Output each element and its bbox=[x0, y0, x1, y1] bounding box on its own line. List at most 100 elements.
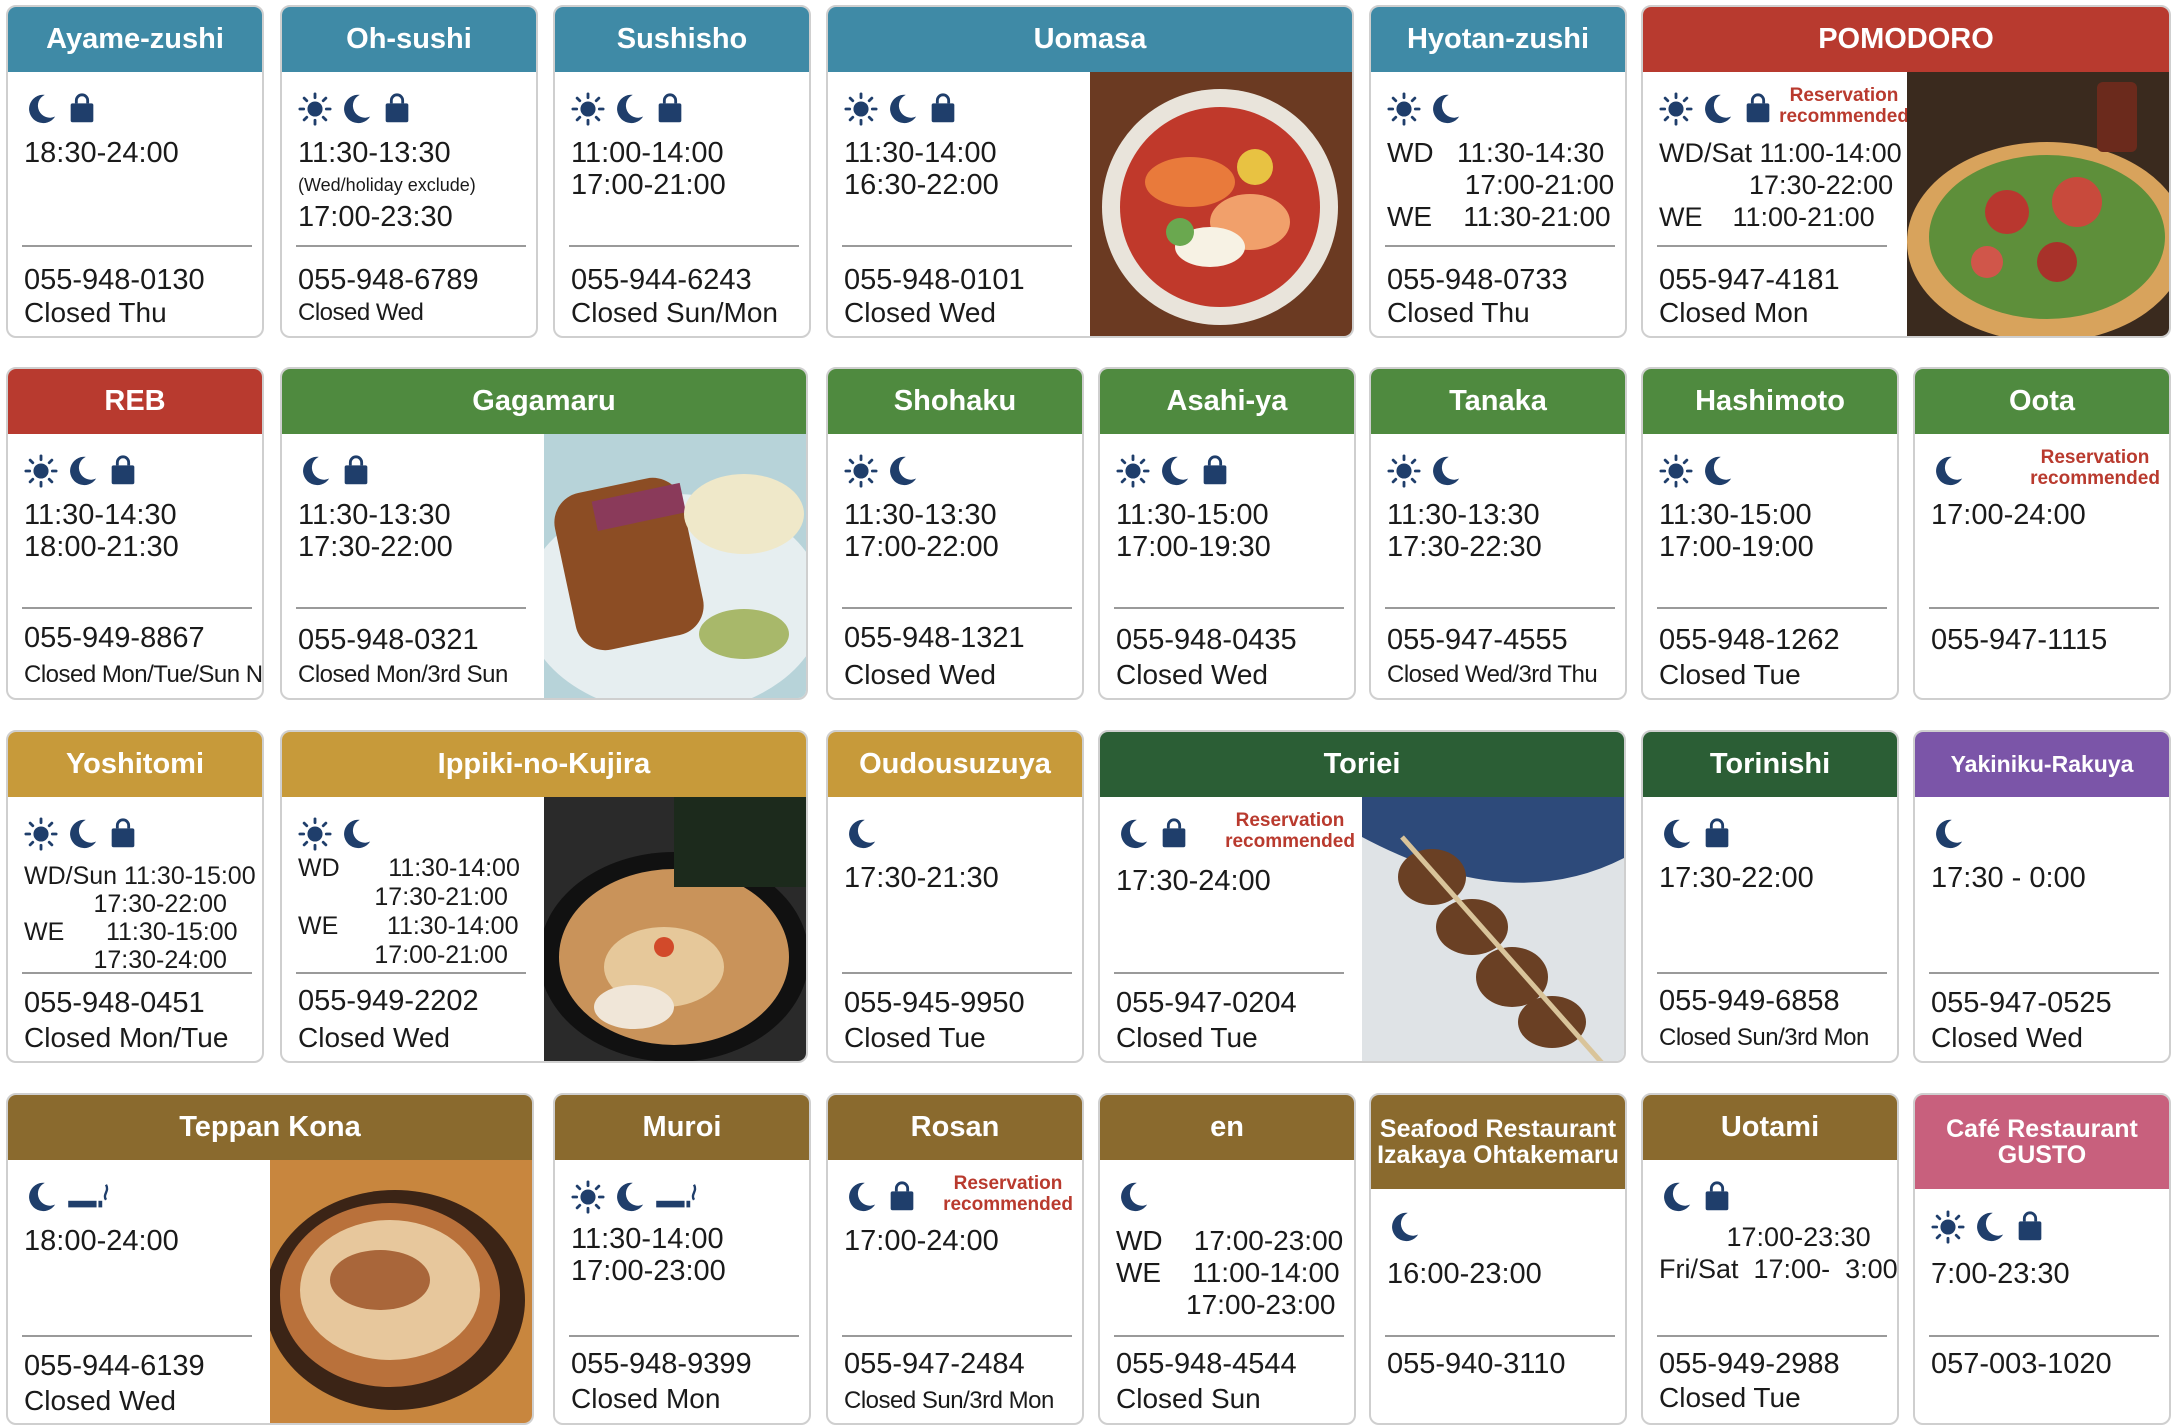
card-torinishi[interactable]: Torinishi 17:30-22:00 055-949-6858 Close… bbox=[1641, 730, 1899, 1063]
moon-icon bbox=[1931, 817, 1965, 851]
hours: 17:30-22:00 bbox=[1659, 862, 1814, 894]
restaurant-name: Seafood Restaurant Izakaya Ohtakemaru bbox=[1371, 1095, 1625, 1189]
sun-icon bbox=[571, 1180, 605, 1214]
phone[interactable]: 055-948-1262 bbox=[1659, 624, 1840, 656]
moon-icon bbox=[612, 1180, 646, 1214]
smoking-icon bbox=[653, 1180, 701, 1214]
card-hyotan[interactable]: Hyotan-zushi WD 11:30-14:30 17:00-21:00 … bbox=[1369, 5, 1627, 338]
phone[interactable]: 055-949-2988 bbox=[1659, 1348, 1840, 1380]
card-sushisho[interactable]: Sushisho 11:00-14:00 17:00-21:00 055-944… bbox=[553, 5, 811, 338]
restaurant-name: Tanaka bbox=[1371, 369, 1625, 434]
phone[interactable]: 055-948-4544 bbox=[1116, 1348, 1297, 1380]
card-toriei[interactable]: Toriei Reservation recommended 17:30-24:… bbox=[1098, 730, 1626, 1063]
takeout-bag-icon bbox=[2013, 1210, 2047, 1244]
moon-icon bbox=[885, 92, 919, 126]
hours: 11:30-13:30 17:30-22:00 bbox=[298, 499, 453, 563]
takeout-bag-icon bbox=[380, 92, 414, 126]
phone[interactable]: 055-945-9950 bbox=[844, 987, 1025, 1019]
smoking-icon bbox=[65, 1180, 113, 1214]
divider bbox=[22, 1335, 252, 1337]
hours: 11:30-14:00 16:30-22:00 bbox=[844, 137, 999, 201]
restaurant-name: Yoshitomi bbox=[8, 732, 262, 797]
card-teppan[interactable]: Teppan Kona 18:00-24:00 055-944-6139 Clo… bbox=[6, 1093, 534, 1425]
service-icons bbox=[24, 451, 140, 491]
phone[interactable]: 055-947-4555 bbox=[1387, 624, 1568, 656]
divider bbox=[842, 972, 1072, 974]
moon-icon bbox=[24, 92, 58, 126]
food-photo-pizza bbox=[1907, 72, 2169, 336]
phone[interactable]: 055-940-3110 bbox=[1387, 1348, 1565, 1380]
service-icons bbox=[844, 451, 919, 491]
card-gagamaru[interactable]: Gagamaru 11:30-13:30 17:30-22:00 055-948… bbox=[280, 367, 808, 700]
closed-days: Closed Wed bbox=[1116, 659, 1269, 690]
takeout-bag-icon bbox=[106, 454, 140, 488]
card-muroi[interactable]: Muroi 11:30-14:00 17:00-23:00 055-948-93… bbox=[553, 1093, 811, 1425]
card-asahiya[interactable]: Asahi-ya 11:30-15:00 17:00-19:30 055-948… bbox=[1098, 367, 1356, 700]
divider bbox=[1114, 607, 1344, 609]
phone[interactable]: 055-948-6789 bbox=[298, 264, 479, 296]
phone[interactable]: 055-948-1321 bbox=[844, 622, 1025, 654]
phone[interactable]: 055-948-9399 bbox=[571, 1348, 752, 1380]
divider bbox=[1114, 972, 1344, 974]
moon-icon bbox=[1428, 454, 1462, 488]
card-reb[interactable]: REB 11:30-14:30 18:00-21:30 055-949-8867… bbox=[6, 367, 264, 700]
card-gusto[interactable]: Café Restaurant GUSTO 7:00-23:30 057-003… bbox=[1913, 1093, 2171, 1425]
phone[interactable]: 055-948-0130 bbox=[24, 264, 205, 296]
phone[interactable]: 057-003-1020 bbox=[1931, 1348, 2112, 1380]
phone[interactable]: 055-949-8867 bbox=[24, 622, 205, 654]
restaurant-name: Café Restaurant GUSTO bbox=[1915, 1095, 2169, 1189]
phone[interactable]: 055-948-0321 bbox=[298, 624, 479, 656]
hours: 11:30-14:30 18:00-21:30 bbox=[24, 499, 179, 563]
moon-icon bbox=[65, 454, 99, 488]
phone[interactable]: 055-948-0451 bbox=[24, 987, 205, 1019]
closed-days: Closed Tue bbox=[1659, 1382, 1801, 1413]
phone[interactable]: 055-944-6139 bbox=[24, 1350, 205, 1382]
sun-icon bbox=[1931, 1210, 1965, 1244]
restaurant-name: Gagamaru bbox=[282, 369, 806, 434]
card-uotami[interactable]: Uotami 17:00-23:30 Fri/Sat 17:00- 3:00 0… bbox=[1641, 1093, 1899, 1425]
service-icons bbox=[24, 1177, 113, 1217]
card-rakuya[interactable]: Yakiniku-Rakuya 17:30 - 0:00 055-947-052… bbox=[1913, 730, 2171, 1063]
card-pomodoro[interactable]: POMODORO Reservation recommended WD/Sat … bbox=[1641, 5, 2171, 338]
card-tanaka[interactable]: Tanaka 11:30-13:30 17:30-22:30 055-947-4… bbox=[1369, 367, 1627, 700]
card-ohtakemaru[interactable]: Seafood Restaurant Izakaya Ohtakemaru 16… bbox=[1369, 1093, 1627, 1425]
phone[interactable]: 055-948-0101 bbox=[844, 264, 1025, 296]
card-oota[interactable]: Oota Reservation recommended 17:00-24:00… bbox=[1913, 367, 2171, 700]
card-uomasa[interactable]: Uomasa 11:30-14:00 16:30-22:00 055-948-0… bbox=[826, 5, 1354, 338]
phone[interactable]: 055-947-4181 bbox=[1659, 264, 1840, 296]
moon-icon bbox=[24, 1180, 58, 1214]
card-en[interactable]: en WD 17:00-23:00 WE 11:00-14:00 17:00-2… bbox=[1098, 1093, 1356, 1425]
divider bbox=[1657, 607, 1887, 609]
phone[interactable]: 055-949-2202 bbox=[298, 985, 479, 1017]
hours: WD/Sun 11:30-15:00 17:30-22:00 WE 11:30-… bbox=[24, 862, 256, 974]
restaurant-name: Torinishi bbox=[1643, 732, 1897, 797]
phone[interactable]: 055-947-0204 bbox=[1116, 987, 1297, 1019]
service-icons bbox=[571, 1177, 701, 1217]
card-ayame[interactable]: Ayame-zushi 18:30-24:00 055-948-0130 Clo… bbox=[6, 5, 264, 338]
phone[interactable]: 055-944-6243 bbox=[571, 264, 752, 296]
service-icons bbox=[571, 89, 687, 129]
card-rosan[interactable]: Rosan Reservation recommended 17:00-24:0… bbox=[826, 1093, 1084, 1425]
phone[interactable]: 055-947-0525 bbox=[1931, 987, 2112, 1019]
card-yoshitomi[interactable]: Yoshitomi WD/Sun 11:30-15:00 17:30-22:00… bbox=[6, 730, 264, 1063]
phone[interactable]: 055-948-0733 bbox=[1387, 264, 1568, 296]
takeout-bag-icon bbox=[653, 92, 687, 126]
closed-days: Closed Tue bbox=[1116, 1022, 1258, 1053]
takeout-bag-icon bbox=[1198, 454, 1232, 488]
closed-days: Closed Thu bbox=[24, 297, 167, 328]
card-oudou[interactable]: Oudousuzuya 17:30-21:30 055-945-9950 Clo… bbox=[826, 730, 1084, 1063]
phone[interactable]: 055-947-1115 bbox=[1931, 624, 2107, 656]
restaurant-name: Teppan Kona bbox=[8, 1095, 532, 1160]
phone[interactable]: 055-947-2484 bbox=[844, 1348, 1025, 1380]
restaurant-name: Oh-sushi bbox=[282, 7, 536, 72]
card-hashimoto[interactable]: Hashimoto 11:30-15:00 17:00-19:00 055-94… bbox=[1641, 367, 1899, 700]
takeout-bag-icon bbox=[65, 92, 99, 126]
card-ippiki[interactable]: Ippiki-no-Kujira WD 11:30-14:00 17:30-21… bbox=[280, 730, 808, 1063]
closed-days: Closed Wed bbox=[298, 1022, 451, 1053]
phone[interactable]: 055-949-6858 bbox=[1659, 985, 1840, 1017]
card-shohaku[interactable]: Shohaku 11:30-13:30 17:00-22:00 055-948-… bbox=[826, 367, 1084, 700]
card-ohsushi[interactable]: Oh-sushi 11:30-13:30 (Wed/holiday exclud… bbox=[280, 5, 538, 338]
hours: 17:30-24:00 bbox=[1116, 865, 1271, 897]
phone[interactable]: 055-948-0435 bbox=[1116, 624, 1297, 656]
takeout-bag-icon bbox=[106, 817, 140, 851]
